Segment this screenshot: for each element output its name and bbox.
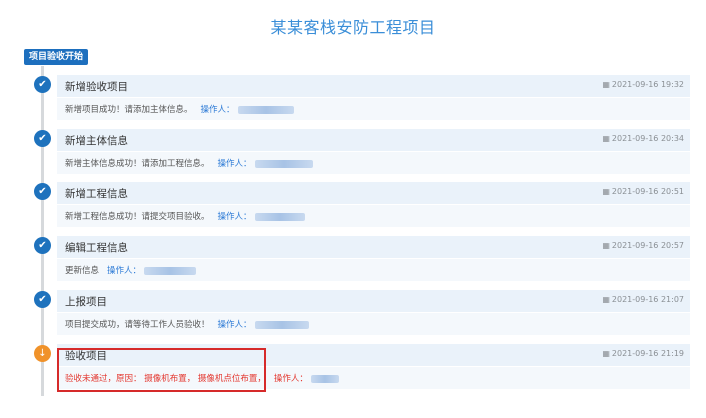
timeline-dot: ✔ <box>34 237 51 254</box>
calendar-icon: ▦ <box>602 80 610 89</box>
event-title: 新增工程信息 <box>65 188 128 200</box>
operator-label: 操作人： <box>200 105 235 115</box>
event-time: ▦ 2021-09-16 21:19 <box>602 349 684 358</box>
check-icon: ✔ <box>38 79 47 90</box>
event-body: 更新信息 操作人： <box>57 259 690 281</box>
event-header: 新增工程信息 ▦ 2021-09-16 20:51 <box>57 182 690 204</box>
timeline-dot: ✔ <box>34 76 51 93</box>
timeline-dot: ✔ <box>34 130 51 147</box>
event-description: 更新信息 操作人： <box>65 264 197 276</box>
event-title: 上报项目 <box>65 296 107 308</box>
operator-label: 操作人： <box>217 320 252 330</box>
operator-name-redacted <box>144 266 197 275</box>
event-time: ▦ 2021-09-16 21:07 <box>602 295 684 304</box>
check-icon: ✔ <box>38 186 47 197</box>
event-body: 项目提交成功，请等待工作人员验收！ 操作人： <box>57 313 690 335</box>
operator-label: 操作人： <box>217 212 252 222</box>
operator-name-redacted <box>310 374 339 383</box>
calendar-icon: ▦ <box>602 349 610 358</box>
event-time: ▦ 2021-09-16 20:34 <box>602 134 684 143</box>
timeline-event: 编辑工程信息 ▦ 2021-09-16 20:57 更新信息 操作人： <box>57 236 690 281</box>
operator-label: 操作人： <box>273 374 308 384</box>
event-description: 项目提交成功，请等待工作人员验收！ 操作人： <box>65 318 309 330</box>
timeline-start-badge: 项目验收开始 <box>24 49 89 65</box>
event-title: 新增主体信息 <box>65 135 128 147</box>
event-body: 新增主体信息成功！请添加工程信息。 操作人： <box>57 152 690 174</box>
highlight-box <box>57 348 266 392</box>
calendar-icon: ▦ <box>602 187 610 196</box>
timeline-event: 新增验收项目 ▦ 2021-09-16 19:32 新增项目成功！请添加主体信息。… <box>57 75 690 120</box>
operator-name-redacted <box>254 320 309 329</box>
operator-name-redacted <box>254 159 313 168</box>
arrow-down-icon: ↓ <box>38 348 47 359</box>
check-icon: ✔ <box>38 294 47 305</box>
event-body: 新增工程信息成功！请提交项目验收。 操作人： <box>57 205 690 227</box>
check-icon: ✔ <box>38 133 47 144</box>
event-time: ▦ 2021-09-16 19:32 <box>602 80 684 89</box>
page-title: 某某客栈安防工程项目 <box>270 18 436 37</box>
event-description: 新增项目成功！请添加主体信息。 操作人： <box>65 103 294 115</box>
timeline-dot: ✔ <box>34 183 51 200</box>
operator-name-redacted <box>237 105 294 114</box>
event-description: 新增主体信息成功！请添加工程信息。 操作人： <box>65 157 313 169</box>
calendar-icon: ▦ <box>602 134 610 143</box>
event-header: 新增验收项目 ▦ 2021-09-16 19:32 <box>57 75 690 97</box>
event-time: ▦ 2021-09-16 20:51 <box>602 187 684 196</box>
operator-label: 操作人： <box>107 266 142 276</box>
event-time: ▦ 2021-09-16 20:57 <box>602 241 684 250</box>
check-icon: ✔ <box>38 240 47 251</box>
event-header: 新增主体信息 ▦ 2021-09-16 20:34 <box>57 129 690 151</box>
event-body: 新增项目成功！请添加主体信息。 操作人： <box>57 98 690 120</box>
event-title: 新增验收项目 <box>65 81 128 93</box>
calendar-icon: ▦ <box>602 295 610 304</box>
calendar-icon: ▦ <box>602 241 610 250</box>
event-title: 编辑工程信息 <box>65 242 128 254</box>
timeline-event: 上报项目 ▦ 2021-09-16 21:07 项目提交成功，请等待工作人员验收！… <box>57 290 690 335</box>
operator-name-redacted <box>254 212 305 221</box>
timeline-dot-warning: ↓ <box>34 345 51 362</box>
timeline-dot: ✔ <box>34 291 51 308</box>
event-description: 新增工程信息成功！请提交项目验收。 操作人： <box>65 210 305 222</box>
timeline-event: 新增工程信息 ▦ 2021-09-16 20:51 新增工程信息成功！请提交项目验… <box>57 182 690 227</box>
operator-label: 操作人： <box>217 159 252 169</box>
event-header: 上报项目 ▦ 2021-09-16 21:07 <box>57 290 690 312</box>
event-header: 编辑工程信息 ▦ 2021-09-16 20:57 <box>57 236 690 258</box>
timeline-event: 新增主体信息 ▦ 2021-09-16 20:34 新增主体信息成功！请添加工程信… <box>57 129 690 174</box>
